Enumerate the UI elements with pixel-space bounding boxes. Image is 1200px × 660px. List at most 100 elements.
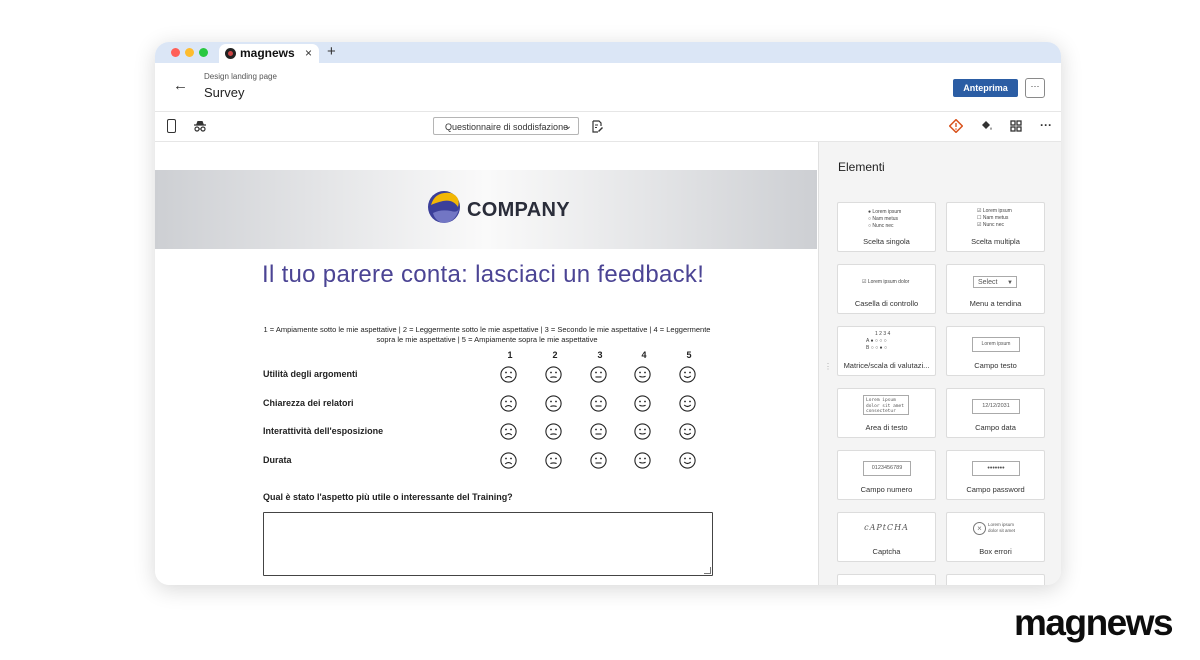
happy-face-icon[interactable] bbox=[634, 366, 651, 383]
element-card-label: Campo password bbox=[966, 485, 1025, 494]
survey-title[interactable]: Il tuo parere conta: lasciaci un feedbac… bbox=[262, 261, 704, 289]
open-question-textarea[interactable] bbox=[263, 512, 713, 576]
magnews-favicon-icon bbox=[225, 48, 236, 59]
tab-close-icon[interactable]: × bbox=[305, 46, 312, 60]
element-thumbnail: Lorem ipsum dolor sit amet consectetur bbox=[838, 389, 935, 421]
very-sad-face-icon[interactable] bbox=[500, 452, 517, 469]
element-card-checkbox[interactable]: ☑ Lorem ipsum ☐ Nam metus ☑ Nunc nec Scelta… bbox=[946, 202, 1045, 252]
element-card-label: Captcha bbox=[872, 547, 901, 556]
warning-icon[interactable] bbox=[949, 119, 963, 133]
element-card-label: Casella di controllo bbox=[854, 299, 919, 308]
rating-row: Interattività dell'esposizione bbox=[155, 422, 817, 442]
rating-question-label: Chiarezza dei relatori bbox=[263, 398, 354, 408]
editor-toolbar: Questionnaire di soddisfazione ⌄ ··· bbox=[155, 112, 1061, 142]
edit-document-icon[interactable] bbox=[592, 120, 604, 133]
neutral-face-icon[interactable] bbox=[590, 366, 607, 383]
element-card-number[interactable]: 0123456789 Campo numero bbox=[837, 450, 936, 500]
sad-face-icon[interactable] bbox=[545, 452, 562, 469]
neutral-face-icon[interactable] bbox=[590, 395, 607, 412]
new-tab-icon[interactable]: + bbox=[327, 43, 336, 60]
minimize-window-dot[interactable] bbox=[185, 48, 194, 57]
element-card-captcha[interactable]: cAPtCHA Captcha bbox=[837, 512, 936, 562]
element-card-single-check[interactable]: ☑ Lorem ipsum dolor Casella di controllo bbox=[837, 264, 936, 314]
company-logo-text: COMPANY bbox=[467, 199, 570, 221]
element-card-date[interactable]: 12/12/2031 Campo data bbox=[946, 388, 1045, 438]
very-sad-face-icon[interactable] bbox=[500, 366, 517, 383]
element-thumbnail: 0123456789 bbox=[838, 451, 935, 483]
browser-tab[interactable]: magnews × bbox=[219, 44, 319, 63]
browser-tab-bar: magnews × + bbox=[155, 42, 1061, 63]
toolbar-more-icon[interactable]: ··· bbox=[1040, 118, 1052, 132]
rating-row: Durata bbox=[155, 451, 817, 471]
very-sad-face-icon[interactable] bbox=[500, 395, 517, 412]
magnews-brand-logo: magnews bbox=[1014, 602, 1174, 643]
neutral-face-icon[interactable] bbox=[590, 452, 607, 469]
sad-face-icon[interactable] bbox=[545, 366, 562, 383]
elements-panel: ⋮ Elementi ● Lorem ipsum ○ Nam metus ○ Nun… bbox=[818, 142, 1061, 585]
element-card-password[interactable]: ••••••• Campo password bbox=[946, 450, 1045, 500]
tab-title: magnews bbox=[240, 46, 295, 60]
element-thumbnail: 1 2 3 4A ● ○ ○ ○ B ○ ○ ● ○ bbox=[866, 331, 891, 351]
element-thumbnail: cAPtCHA bbox=[864, 523, 909, 532]
element-card-partial[interactable] bbox=[837, 574, 936, 585]
landing-page-canvas: COMPANY Il tuo parere conta: lasciaci un… bbox=[155, 142, 817, 585]
very-happy-face-icon[interactable] bbox=[679, 423, 696, 440]
element-card-matrix[interactable]: 1 2 3 4A ● ○ ○ ○ B ○ ○ ● ○ Matrice/scala d… bbox=[837, 326, 936, 376]
questionnaire-select[interactable]: Questionnaire di soddisfazione ⌄ bbox=[433, 117, 579, 135]
close-window-dot[interactable] bbox=[171, 48, 180, 57]
browser-window: magnews × + ← Design landing page Survey… bbox=[155, 42, 1061, 585]
element-card-label: Box errori bbox=[979, 547, 1012, 556]
sad-face-icon[interactable] bbox=[545, 395, 562, 412]
element-card-label: Scelta multipla bbox=[971, 237, 1020, 246]
scale-number-1: 1 bbox=[507, 350, 513, 360]
maximize-window-dot[interactable] bbox=[199, 48, 208, 57]
element-thumbnail: Select ▼ bbox=[947, 265, 1044, 297]
back-arrow-icon[interactable]: ← bbox=[173, 77, 188, 94]
elements-panel-title: Elementi bbox=[838, 160, 885, 174]
mobile-preview-icon[interactable] bbox=[167, 119, 176, 133]
element-card-label: Campo testo bbox=[974, 361, 1017, 370]
very-happy-face-icon[interactable] bbox=[679, 452, 696, 469]
element-card-label: Scelta singola bbox=[863, 237, 910, 246]
preview-button[interactable]: Anteprima bbox=[953, 79, 1018, 97]
rating-question-label: Interattività dell'esposizione bbox=[263, 426, 384, 436]
happy-face-icon[interactable] bbox=[634, 452, 651, 469]
element-card-radio[interactable]: ● Lorem ipsum ○ Nam metus ○ Nunc nec Scelta… bbox=[837, 202, 936, 252]
element-thumbnail: ••••••• bbox=[947, 451, 1044, 483]
scale-number-5: 5 bbox=[686, 350, 692, 360]
scale-description: 1 = Ampiamente sotto le mie aspettative … bbox=[263, 325, 711, 344]
very-happy-face-icon[interactable] bbox=[679, 366, 696, 383]
chevron-down-icon: ⌄ bbox=[563, 121, 572, 132]
questionnaire-select-value: Questionnaire di soddisfazione bbox=[445, 122, 569, 132]
incognito-icon[interactable] bbox=[193, 120, 207, 132]
breadcrumb[interactable]: Design landing page bbox=[204, 72, 277, 81]
page-header: ← Design landing page Survey Anteprima ·… bbox=[155, 63, 1061, 112]
very-sad-face-icon[interactable] bbox=[500, 423, 517, 440]
scale-number-2: 2 bbox=[552, 350, 558, 360]
very-happy-face-icon[interactable] bbox=[679, 395, 696, 412]
paint-bucket-icon[interactable] bbox=[979, 119, 993, 133]
element-card-label: Area di testo bbox=[865, 423, 908, 432]
neutral-face-icon[interactable] bbox=[590, 423, 607, 440]
element-card-partial[interactable] bbox=[946, 574, 1045, 585]
resize-handle-icon[interactable] bbox=[704, 567, 711, 574]
element-thumbnail: ● Lorem ipsum ○ Nam metus ○ Nunc nec bbox=[868, 209, 902, 229]
sad-face-icon[interactable] bbox=[545, 423, 562, 440]
element-card-dropdown[interactable]: Select ▼ Menu a tendina bbox=[946, 264, 1045, 314]
element-thumbnail: 12/12/2031 bbox=[947, 389, 1044, 421]
happy-face-icon[interactable] bbox=[634, 395, 651, 412]
scale-number-3: 3 bbox=[597, 350, 603, 360]
grid-blocks-icon[interactable] bbox=[1010, 120, 1022, 132]
element-thumbnail: Lorem ipsum bbox=[947, 327, 1044, 359]
scale-number-4: 4 bbox=[641, 350, 647, 360]
happy-face-icon[interactable] bbox=[634, 423, 651, 440]
element-card-error[interactable]: × Lorem ipsum dolor sit amet Box errori bbox=[946, 512, 1045, 562]
element-thumbnail: ☑ Lorem ipsum dolor bbox=[862, 279, 910, 285]
element-card-text[interactable]: Lorem ipsum Campo testo bbox=[946, 326, 1045, 376]
more-options-button[interactable]: ··· bbox=[1025, 78, 1045, 98]
element-card-label: Matrice/scala di valutazi... bbox=[843, 361, 930, 370]
page-title: Survey bbox=[204, 85, 245, 100]
element-card-label: Campo data bbox=[975, 423, 1016, 432]
element-card-textarea[interactable]: Lorem ipsum dolor sit amet consectetur Ar… bbox=[837, 388, 936, 438]
panel-drag-handle[interactable]: ⋮ bbox=[824, 362, 832, 371]
